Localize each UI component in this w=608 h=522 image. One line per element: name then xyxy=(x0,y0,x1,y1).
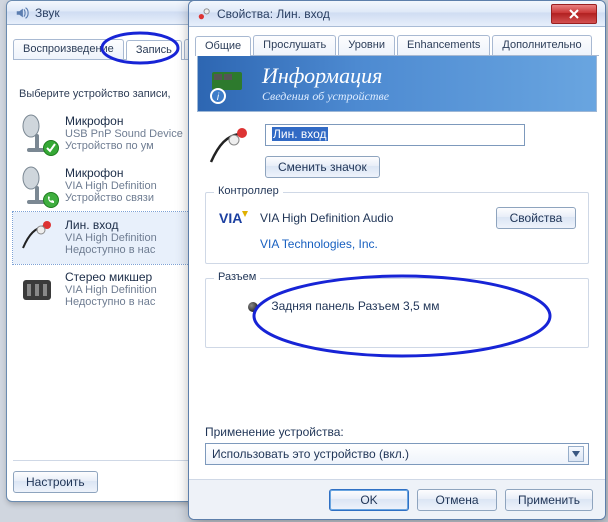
usage-section: Применение устройства: Использовать это … xyxy=(205,425,589,465)
ok-button[interactable]: OK xyxy=(329,489,409,511)
microphone-icon xyxy=(17,166,57,206)
usage-label: Применение устройства: xyxy=(205,425,589,439)
close-icon xyxy=(569,9,579,19)
soundcard-icon: i xyxy=(208,62,252,106)
device-row[interactable]: Микрофон USB PnP Sound Device Устройство… xyxy=(13,108,191,160)
line-in-jack-icon xyxy=(17,218,57,258)
sound-button-bar: Настроить xyxy=(13,460,191,493)
jack-color-icon xyxy=(248,302,258,312)
device-sub: VIA High Definition xyxy=(65,232,157,244)
device-title: Микрофон xyxy=(65,114,183,128)
instruction-text: Выберите устройство записи, xyxy=(7,60,197,106)
banner-subtitle: Сведения об устройстве xyxy=(262,89,389,104)
tab-recording[interactable]: Запись xyxy=(126,40,182,60)
chevron-down-icon xyxy=(568,446,584,462)
tab-playback[interactable]: Воспроизведение xyxy=(13,39,124,59)
banner-title: Информация xyxy=(262,63,389,89)
usage-combobox[interactable]: Использовать это устройство (вкл.) xyxy=(205,443,589,465)
device-title: Лин. вход xyxy=(65,218,157,232)
phone-badge-icon xyxy=(43,192,59,208)
svg-text:VIA: VIA xyxy=(219,210,242,226)
device-status: Недоступно в нас xyxy=(65,296,157,308)
properties-titlebar[interactable]: Свойства: Лин. вход xyxy=(189,1,605,27)
device-row[interactable]: Лин. вход VIA High Definition Недоступно… xyxy=(13,212,191,264)
stereo-mix-icon xyxy=(17,270,57,310)
check-badge-icon xyxy=(43,140,59,156)
device-title: Микрофон xyxy=(65,166,157,180)
apply-button[interactable]: Применить xyxy=(505,489,593,511)
device-status: Устройство по ум xyxy=(65,140,183,152)
device-sub: VIA High Definition xyxy=(65,180,157,192)
device-sub: VIA High Definition xyxy=(65,284,157,296)
jack-location-text: Задняя панель Разъем 3,5 мм xyxy=(271,299,439,313)
device-list: Микрофон USB PnP Sound Device Устройство… xyxy=(13,108,191,316)
tab-levels[interactable]: Уровни xyxy=(338,35,395,55)
properties-window: Свойства: Лин. вход Общие Прослушать Уро… xyxy=(188,0,606,520)
properties-footer: OK Отмена Применить xyxy=(189,479,605,519)
tab-general[interactable]: Общие xyxy=(195,36,251,56)
cancel-button[interactable]: Отмена xyxy=(417,489,497,511)
sound-title-text: Звук xyxy=(35,6,60,20)
device-row[interactable]: Микрофон VIA High Definition Устройство … xyxy=(13,160,191,212)
device-status: Устройство связи xyxy=(65,192,157,204)
device-icon xyxy=(197,7,211,21)
properties-title-text: Свойства: Лин. вход xyxy=(217,7,330,21)
device-status: Недоступно в нас xyxy=(65,244,157,256)
controller-group: Контроллер VIA VIA High Definition Audio… xyxy=(205,192,589,264)
close-button[interactable] xyxy=(551,4,597,24)
device-title: Стерео микшер xyxy=(65,270,157,284)
vendor-link[interactable]: VIA Technologies, Inc. xyxy=(260,237,378,251)
speaker-icon xyxy=(15,6,29,20)
jack-group: Разъем Задняя панель Разъем 3,5 мм xyxy=(205,278,589,348)
microphone-icon xyxy=(17,114,57,154)
usage-value: Использовать это устройство (вкл.) xyxy=(212,447,409,461)
controller-properties-button[interactable]: Свойства xyxy=(496,207,576,229)
change-icon-button[interactable]: Сменить значок xyxy=(265,156,380,178)
controller-legend: Контроллер xyxy=(214,185,283,197)
device-name-input[interactable]: Лин. вход xyxy=(265,124,525,146)
device-row[interactable]: Стерео микшер VIA High Definition Недост… xyxy=(13,264,191,316)
sound-titlebar[interactable]: Звук xyxy=(7,1,197,25)
tab-listen[interactable]: Прослушать xyxy=(253,35,336,55)
controller-name: VIA High Definition Audio xyxy=(260,211,486,225)
sound-window: Звук Воспроизведение Запись Зву Выберите… xyxy=(6,0,198,502)
configure-button[interactable]: Настроить xyxy=(13,471,98,493)
properties-tabs: Общие Прослушать Уровни Enhancements Доп… xyxy=(195,35,599,56)
info-banner: i Информация Сведения об устройстве xyxy=(197,56,597,112)
via-logo-icon: VIA xyxy=(218,207,250,229)
device-sub: USB PnP Sound Device xyxy=(65,128,183,140)
sound-tabs: Воспроизведение Запись Зву xyxy=(13,39,191,60)
tab-advanced[interactable]: Дополнительно xyxy=(492,35,591,55)
tab-enhancements[interactable]: Enhancements xyxy=(397,35,490,55)
line-in-jack-icon xyxy=(205,124,253,172)
jack-legend: Разъем xyxy=(214,271,260,283)
